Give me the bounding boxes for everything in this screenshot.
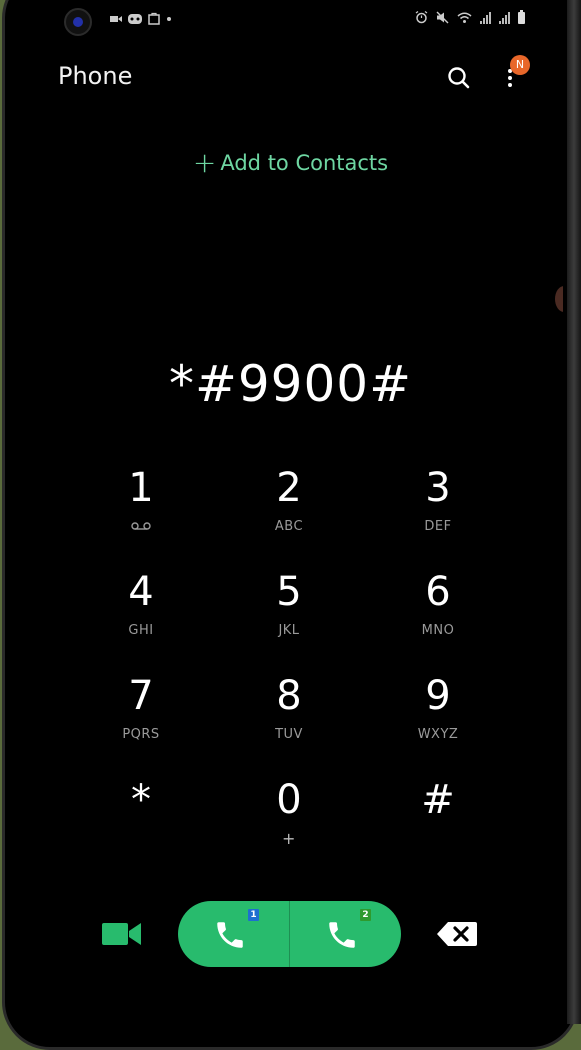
key-digit: 1 bbox=[128, 465, 154, 511]
key-digit: 2 bbox=[276, 465, 302, 511]
key-8[interactable]: 8 TUV bbox=[234, 670, 344, 766]
sim2-badge: 2 bbox=[360, 909, 371, 921]
key-letters: MNO bbox=[421, 623, 455, 638]
key-digit: 5 bbox=[276, 569, 302, 615]
add-to-contacts-button[interactable]: + Add to Contacts bbox=[18, 146, 563, 179]
phone-icon bbox=[217, 922, 243, 948]
add-to-contacts-label: Add to Contacts bbox=[220, 151, 389, 175]
voicemail-icon bbox=[131, 522, 151, 530]
backspace-icon[interactable] bbox=[436, 919, 478, 949]
key-digit: 3 bbox=[425, 465, 451, 511]
key-digit: 6 bbox=[425, 569, 451, 615]
battery-icon bbox=[518, 9, 525, 24]
key-letters: WXYZ bbox=[417, 727, 459, 742]
key-3[interactable]: 3 DEF bbox=[383, 462, 493, 558]
status-icons-right bbox=[415, 9, 525, 24]
alarm-icon bbox=[415, 11, 428, 24]
key-letters: TUV bbox=[275, 727, 303, 742]
key-letters: GHI bbox=[128, 623, 154, 638]
key-letters: + bbox=[282, 829, 296, 848]
phone-screen: Phone N + Add to Contacts *#9900# 1 2 ABC… bbox=[18, 0, 563, 1024]
search-icon[interactable] bbox=[446, 65, 472, 91]
status-icons-left bbox=[110, 12, 172, 25]
signal-icon bbox=[499, 11, 510, 24]
key-letters: ABC bbox=[274, 519, 304, 534]
key-letters: DEF bbox=[424, 519, 452, 534]
key-star[interactable]: * bbox=[86, 774, 196, 870]
key-digit: 4 bbox=[128, 569, 154, 615]
status-bar bbox=[18, 0, 563, 40]
key-5[interactable]: 5 JKL bbox=[234, 566, 344, 662]
key-letters: JKL bbox=[278, 623, 300, 638]
call-buttons-group: 1 2 bbox=[178, 901, 401, 967]
dialed-number-display: *#9900# bbox=[168, 355, 413, 413]
bag-icon bbox=[148, 12, 160, 25]
game-icon bbox=[128, 13, 142, 24]
page-title: Phone bbox=[58, 62, 133, 90]
key-digit: 7 bbox=[128, 673, 154, 719]
key-digit: * bbox=[131, 777, 151, 823]
key-digit: 8 bbox=[276, 673, 302, 719]
edge-panel-handle[interactable] bbox=[555, 286, 563, 312]
call-sim1-button[interactable]: 1 bbox=[178, 901, 289, 967]
mute-icon bbox=[436, 11, 449, 24]
phone-icon bbox=[329, 922, 355, 948]
notification-badge: N bbox=[510, 55, 530, 75]
key-7[interactable]: 7 PQRS bbox=[86, 670, 196, 766]
wifi-icon bbox=[457, 12, 472, 23]
signal-icon bbox=[480, 11, 491, 24]
plus-icon: + bbox=[192, 146, 217, 179]
device-edge bbox=[567, 0, 581, 1024]
sim1-badge: 1 bbox=[248, 909, 259, 921]
key-letters: PQRS bbox=[122, 727, 160, 742]
key-hash[interactable]: # bbox=[383, 774, 493, 870]
key-6[interactable]: 6 MNO bbox=[383, 566, 493, 662]
key-digit: 0 bbox=[276, 777, 302, 823]
notification-dot-icon bbox=[167, 16, 171, 21]
key-2[interactable]: 2 ABC bbox=[234, 462, 344, 558]
call-sim2-button[interactable]: 2 bbox=[290, 901, 401, 967]
key-1[interactable]: 1 bbox=[86, 462, 196, 558]
key-digit: # bbox=[421, 777, 455, 823]
key-9[interactable]: 9 WXYZ bbox=[383, 670, 493, 766]
key-0[interactable]: 0 + bbox=[234, 774, 344, 870]
video-call-icon[interactable] bbox=[100, 918, 144, 950]
key-4[interactable]: 4 GHI bbox=[86, 566, 196, 662]
front-camera bbox=[64, 8, 92, 36]
key-digit: 9 bbox=[425, 673, 451, 719]
video-icon bbox=[110, 15, 122, 22]
